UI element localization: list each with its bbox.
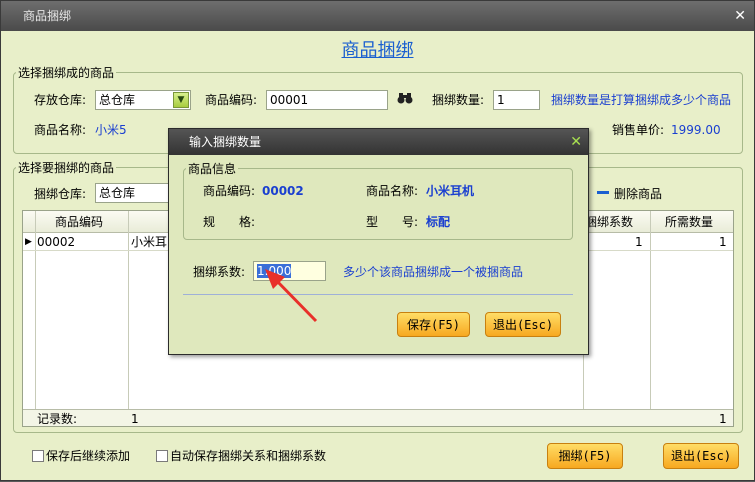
table-footer: 记录数: 1 1: [23, 409, 733, 426]
column-header-code[interactable]: 商品编码: [55, 213, 103, 231]
auto-save-checkbox[interactable]: [156, 450, 168, 462]
dialog-coef-label: 捆绑系数:: [193, 265, 246, 279]
dialog-exit-button[interactable]: 退出(Esc): [485, 312, 561, 337]
bundle-items-legend: 选择要捆绑的商品: [18, 161, 115, 175]
price-value: 1999.00: [671, 123, 721, 137]
exit-button[interactable]: 退出(Esc): [663, 443, 739, 469]
window-titlebar: 商品捆绑 ✕: [1, 1, 754, 31]
dialog-save-button[interactable]: 保存(F5): [397, 312, 470, 337]
record-count-value: 1: [131, 412, 139, 426]
bundle-qty-input[interactable]: 1: [493, 90, 540, 110]
auto-save-label: 自动保存捆绑关系和捆绑系数: [170, 449, 327, 463]
record-total-value: 1: [719, 412, 727, 426]
row-name: 小米耳: [131, 235, 168, 249]
bundle-warehouse-select[interactable]: 总仓库: [95, 183, 171, 203]
column-header-coef[interactable]: 捆绑系数: [585, 213, 633, 231]
dialog-close-icon[interactable]: ✕: [570, 129, 582, 155]
product-name-value: 小米5: [95, 123, 127, 137]
dialog-model-value: 标配: [426, 215, 451, 229]
main-window: 商品捆绑 ✕ 商品捆绑 选择捆绑成的商品 存放仓库: 总仓库 ▼ 商品编码: 0…: [0, 0, 755, 481]
bundle-button[interactable]: 捆绑(F5): [547, 443, 623, 469]
dialog-divider: [183, 294, 573, 295]
continue-add-label: 保存后继续添加: [46, 449, 131, 463]
warehouse-value: 总仓库: [99, 93, 136, 107]
dialog-coef-hint: 多少个该商品捆绑成一个被捆商品: [343, 265, 524, 279]
bundle-warehouse-label: 捆绑仓库:: [34, 187, 87, 201]
dialog-coef-value: 1.000: [257, 264, 292, 278]
delete-item-button[interactable]: 删除商品: [614, 186, 662, 202]
warehouse-select[interactable]: 总仓库 ▼: [95, 90, 191, 110]
row-code: 00002: [37, 235, 76, 249]
product-name-label: 商品名称:: [34, 123, 87, 137]
dialog-code-label: 商品编码:: [203, 184, 256, 198]
dialog-name-value: 小米耳机: [426, 184, 475, 198]
dialog-coef-input[interactable]: 1.000: [253, 261, 326, 281]
window-title: 商品捆绑: [23, 9, 72, 23]
column-header-need[interactable]: 所需数量: [665, 213, 713, 231]
bundle-target-legend: 选择捆绑成的商品: [18, 66, 115, 80]
dialog-model-label: 型 号:: [366, 215, 419, 229]
bundle-qty-hint: 捆绑数量是打算捆绑成多少个商品: [551, 93, 732, 107]
dialog-code-value: 00002: [262, 184, 304, 198]
dialog-titlebar: 输入捆绑数量 ✕: [169, 129, 588, 155]
page-title: 商品捆绑: [341, 40, 414, 61]
minus-icon[interactable]: [597, 191, 609, 194]
bundle-qty-dialog: 输入捆绑数量 ✕ 商品信息 商品编码: 00002 商品名称: 小米耳机 规 格…: [168, 128, 589, 355]
dialog-spec-label: 规 格:: [203, 215, 256, 229]
dialog-title: 输入捆绑数量: [189, 135, 262, 149]
close-icon[interactable]: ✕: [734, 1, 746, 31]
product-code-label: 商品编码:: [205, 93, 258, 107]
record-count-label: 记录数:: [37, 412, 78, 426]
binoculars-icon[interactable]: [397, 91, 413, 110]
row-pointer-icon: ▶: [25, 237, 32, 247]
price-label: 销售单价:: [612, 123, 665, 137]
continue-add-checkbox[interactable]: [32, 450, 44, 462]
warehouse-label: 存放仓库:: [34, 93, 87, 107]
bundle-qty-label: 捆绑数量:: [432, 93, 485, 107]
dialog-name-label: 商品名称:: [366, 184, 419, 198]
product-code-input[interactable]: 00001: [266, 90, 388, 110]
row-coef: 1: [635, 235, 643, 249]
dialog-product-info-legend: 商品信息: [188, 162, 237, 176]
row-need: 1: [719, 235, 727, 249]
chevron-down-icon[interactable]: ▼: [173, 92, 189, 108]
